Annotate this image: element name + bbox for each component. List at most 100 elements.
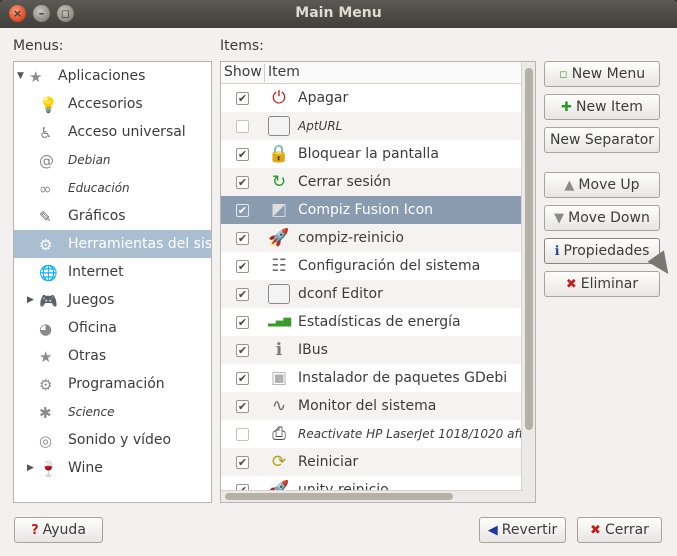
menu-item-label: Aplicaciones [58,68,146,84]
globe-icon: 🌐 [39,264,58,282]
show-checkbox[interactable] [236,120,249,133]
education-icon: ∞ [39,180,52,198]
menu-item[interactable]: ⚙ Programación [14,370,211,398]
item-row[interactable]: ℹ IBus [221,336,523,364]
menu-item-label: Gráficos [68,208,126,224]
show-checkbox[interactable] [236,456,249,469]
move-down-button[interactable]: ▼ Move Down [544,205,660,231]
menu-item-label: Sonido y vídeo [68,432,172,448]
move-up-button[interactable]: ▲ Move Up [544,172,660,198]
package-icon: ▣ [270,368,288,388]
menu-item[interactable]: 🌐 Internet [14,258,211,286]
menu-item-label: Wine [68,460,103,476]
scrollbar-thumb[interactable] [525,68,533,430]
arrow-down-icon: ▼ [554,211,565,226]
menu-item[interactable]: ◕ Oficina [14,314,211,342]
items-vertical-scrollbar[interactable] [521,62,535,502]
item-column-header[interactable]: Item [268,64,300,80]
item-label: Monitor del sistema [298,398,437,414]
power-icon: ⏻ [272,88,286,108]
show-checkbox[interactable] [236,232,249,245]
item-label: Reiniciar [298,454,359,470]
menu-item[interactable]: 💡 Accesorios [14,90,211,118]
item-row[interactable]: ◩ Compiz Fusion Icon [221,196,523,224]
expander-collapsed-icon[interactable]: ▶ [27,286,34,314]
show-column-header[interactable]: Show [224,64,262,80]
items-horizontal-scrollbar[interactable] [221,490,523,502]
item-label: Bloquear la pantalla [298,146,439,162]
help-label: Ayuda [42,522,86,538]
revert-button[interactable]: ◀ Revertir [479,517,566,543]
move-down-label: Move Down [568,210,650,226]
main-menu-window: × – ◻ Main Menu Menus: Items: ▼ ★ Aplicaci… [0,0,677,556]
rocket-icon: 🚀 [268,228,290,248]
item-row[interactable]: ☷ Configuración del sistema [221,252,523,280]
menu-item[interactable]: ▼ ★ Aplicaciones [14,62,211,90]
show-checkbox[interactable] [236,92,249,105]
menu-item-label: Debian [68,153,111,167]
accessibility-icon: ♿ [39,124,53,142]
delete-label: Eliminar [580,276,639,292]
restart-icon: ⟳ [271,452,287,472]
show-checkbox[interactable] [236,372,249,385]
show-checkbox[interactable] [236,176,249,189]
item-label: Instalador de paquetes GDebi [298,370,508,386]
scrollbar-thumb[interactable] [225,493,453,500]
show-checkbox[interactable] [236,400,249,413]
show-checkbox[interactable] [236,260,249,273]
menu-item[interactable]: ◎ Sonido y vídeo [14,426,211,454]
media-icon: ◎ [39,432,53,450]
item-row[interactable]: 🔒 Bloquear la pantalla [221,140,523,168]
expander-expanded-icon[interactable]: ▼ [17,62,24,90]
arrow-up-icon: ▲ [564,178,575,193]
item-row[interactable]: 🚀 compiz-reinicio [221,224,523,252]
help-button[interactable]: ? Ayuda [14,517,103,543]
close-button[interactable]: ✖ Cerrar [577,517,662,543]
wine-icon: 🍷 [39,460,58,478]
item-row[interactable]: ▂▄▆ Estadísticas de energía [221,308,523,336]
menu-item[interactable]: ▶ 🎮 Juegos [14,286,211,314]
window-icon [268,284,290,304]
item-row[interactable]: ⏻ Apagar [221,84,523,112]
menu-item[interactable]: ✱ Science [14,398,211,426]
show-checkbox[interactable] [236,428,249,441]
menu-item[interactable]: @ Debian [14,146,211,174]
new-item-button[interactable]: ✚ New Item [544,94,660,120]
show-checkbox[interactable] [236,204,249,217]
properties-button[interactable]: ℹ Propiedades [544,238,660,264]
lock-icon: 🔒 [268,144,290,164]
item-label: Estadísticas de energía [298,314,461,330]
menu-item[interactable]: ★ Otras [14,342,211,370]
expander-collapsed-icon[interactable]: ▶ [27,454,34,482]
new-menu-button[interactable]: ▫ New Menu [544,61,660,87]
debian-swirl-icon: @ [39,152,54,170]
delete-button[interactable]: ✖ Eliminar [544,271,660,297]
menu-item[interactable]: ✎ Gráficos [14,202,211,230]
show-checkbox[interactable] [236,344,249,357]
help-icon: ? [31,523,39,538]
item-row[interactable]: dconf Editor [221,280,523,308]
new-separator-button[interactable]: New Separator [544,127,660,153]
item-row[interactable]: ⟳ Reiniciar [221,448,523,476]
show-checkbox[interactable] [236,288,249,301]
menu-item-label: Programación [68,376,165,392]
window-icon [268,116,290,136]
show-checkbox[interactable] [236,148,249,161]
show-checkbox[interactable] [236,316,249,329]
items-label: Items: [220,38,264,54]
star-icon: ★ [39,348,53,366]
item-row[interactable]: AptURL [221,112,523,140]
item-row[interactable]: ∿ Monitor del sistema [221,392,523,420]
menu-item[interactable]: ∞ Educación [14,174,211,202]
items-list[interactable]: Show Item ⏻ Apagar AptURL 🔒 Bloquear la pant… [220,61,536,503]
item-row[interactable]: ▣ Instalador de paquetes GDebi [221,364,523,392]
menus-label: Menus: [13,38,64,54]
menu-item[interactable]: ▶ 🍷 Wine [14,454,211,482]
menu-item[interactable]: ⚙ Herramientas del sistema [14,230,211,258]
new-separator-label: New Separator [549,132,655,148]
menu-item[interactable]: ♿ Acceso universal [14,118,211,146]
item-label: dconf Editor [298,286,383,302]
item-row[interactable]: ⎙ Reactivate HP LaserJet 1018/1020 after [221,420,535,448]
item-row[interactable]: ↻ Cerrar sesión [221,168,523,196]
menus-tree[interactable]: ▼ ★ Aplicaciones 💡 Accesorios ♿ Acceso univers… [13,61,212,503]
